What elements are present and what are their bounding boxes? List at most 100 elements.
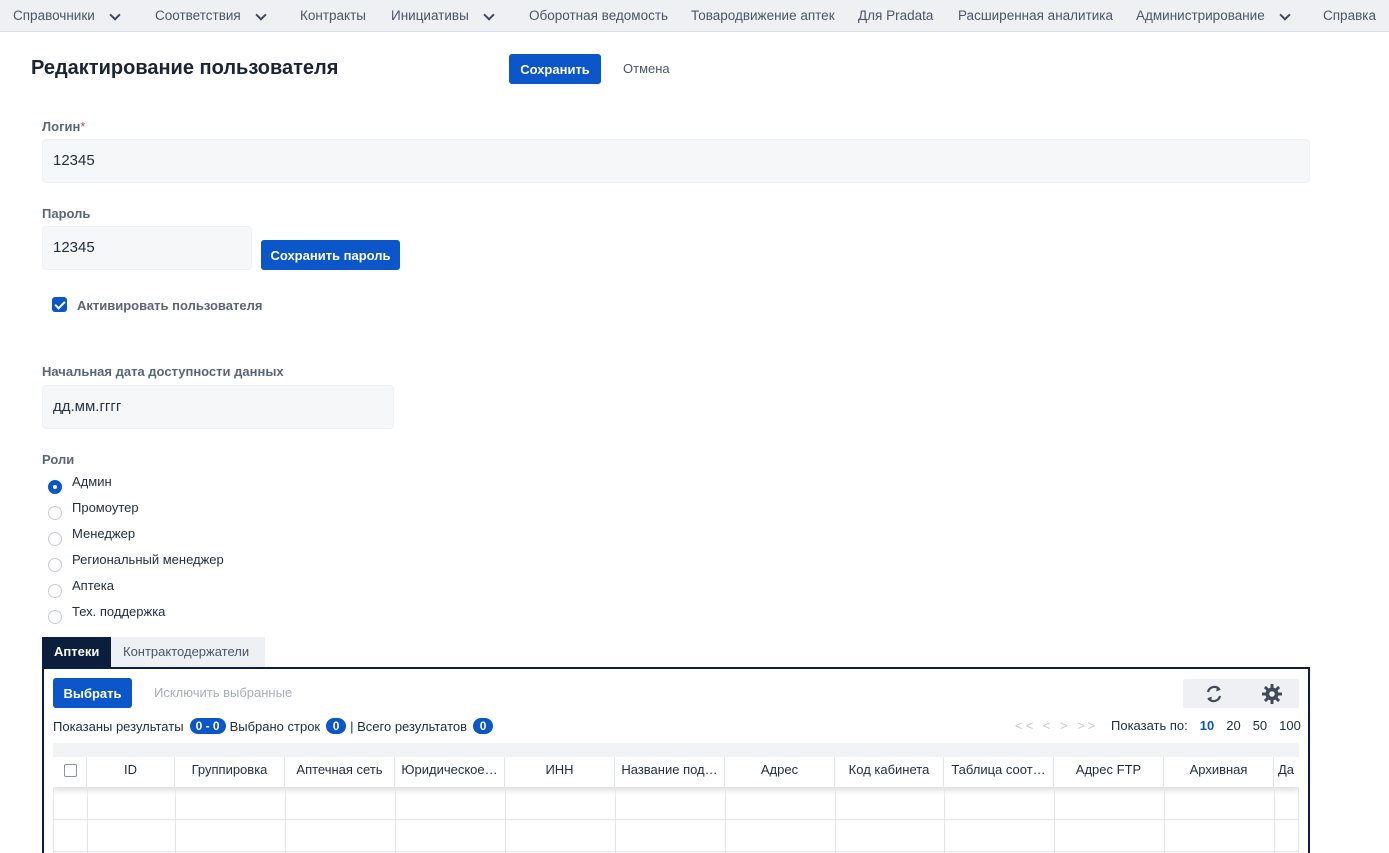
column-header[interactable]: Архивная [1164,757,1274,787]
tab-pharmacies[interactable]: Аптеки [42,637,111,667]
role-label: Аптека [72,577,114,593]
grid-line [175,787,176,853]
grid-line [395,787,396,853]
save-button[interactable]: Сохранить [509,54,601,84]
radio-button[interactable] [48,506,62,520]
results-summary: Показаны результаты 0 - 0 Выбрано строк … [53,718,497,734]
roles-label: Роли [42,452,75,467]
column-header[interactable]: Код кабинета [835,757,944,787]
nav-item-label: Для Pradata [858,8,934,23]
radio-button[interactable] [48,480,62,494]
table-toolbar [1183,679,1299,708]
grid-header: ID Группировка Аптечная сеть Юридическое… [53,743,1299,787]
column-header[interactable]: Да [1274,757,1299,787]
total-label: | Всего результатов [350,718,468,734]
nav-item-label: Инициативы [391,8,469,23]
nav-item-directories[interactable]: Справочники [13,0,121,32]
role-label: Тех. поддержка [72,603,166,619]
login-value: 12345 [53,152,95,169]
column-header[interactable]: Адрес [725,757,835,787]
gear-icon[interactable] [1261,683,1283,705]
activate-user-checkbox[interactable] [52,297,67,312]
role-option-pharmacy[interactable]: Аптека [48,577,114,598]
password-label: Пароль [42,206,91,221]
select-all-checkbox[interactable] [64,764,77,777]
nav-item-label: Оборотная ведомость [529,8,669,23]
chevron-down-icon [109,10,121,22]
radio-button[interactable] [48,610,62,624]
chevron-down-icon [255,10,267,22]
column-header[interactable]: Группировка [175,757,285,787]
selected-label: Выбрано строк [229,718,321,734]
page-size-option[interactable]: 10 [1200,718,1214,733]
shown-count-badge: 0 - 0 [189,718,226,734]
login-label: Логин* [42,119,85,134]
refresh-icon[interactable] [1203,683,1225,705]
pagination-nav[interactable]: << < > >> [1015,718,1098,733]
page-size-label: Показать по: [1111,718,1188,733]
column-header[interactable]: Юридическое… [395,757,505,787]
start-date-placeholder: дд.мм.гггг [53,398,122,415]
activate-user-label: Активировать пользователя [77,298,263,313]
role-option-promoter[interactable]: Промоутер [48,499,139,520]
column-header[interactable]: Таблица соот… [944,757,1054,787]
top-navigation: Справочники Соответствия Контракты Иници… [0,0,1389,32]
login-label-text: Логин [42,119,81,134]
cancel-button[interactable]: Отмена [623,61,670,76]
page-size-option[interactable]: 50 [1253,718,1267,733]
login-field[interactable]: 12345 [42,139,1310,183]
table-row-divider [53,819,1299,820]
nav-item-contracts[interactable]: Контракты [300,0,366,32]
nav-item-label: Администрирование [1136,8,1265,23]
radio-button[interactable] [48,532,62,546]
nav-item-pradata[interactable]: Для Pradata [858,0,933,32]
nav-item-mappings[interactable]: Соответствия [155,0,267,32]
nav-item-analytics[interactable]: Расширенная аналитика [958,0,1113,32]
tab-contract-holders[interactable]: Контрактодержатели [111,637,265,667]
page-title: Редактирование пользователя [31,57,339,79]
password-field[interactable]: 12345 [42,226,252,270]
radio-button[interactable] [48,584,62,598]
nav-item-initiatives[interactable]: Инициативы [391,0,495,32]
page-size-option[interactable]: 100 [1279,718,1301,733]
nav-item-help[interactable]: Справка [1323,0,1376,32]
column-header[interactable]: Адрес FTP [1054,757,1164,787]
password-value: 12345 [53,239,95,256]
role-option-admin[interactable]: Админ [48,473,112,494]
total-count-badge: 0 [473,718,494,734]
grid-line [87,787,88,853]
exclude-selected-button[interactable]: Исключить выбранные [154,685,292,700]
role-label: Админ [72,473,112,489]
nav-item-turnover[interactable]: Оборотная ведомость [529,0,668,32]
radio-button[interactable] [48,558,62,572]
grid-line [53,787,54,853]
column-header[interactable]: Название под… [615,757,725,787]
start-date-field[interactable]: дд.мм.гггг [42,385,394,429]
page-size-selector: Показать по: 10 20 50 100 [1111,718,1301,733]
select-button[interactable]: Выбрать [53,678,132,708]
chevron-down-icon [1279,10,1291,22]
table-row-divider [53,851,1299,852]
nav-item-label: Расширенная аналитика [958,8,1114,23]
column-header[interactable]: ID [87,757,175,787]
page-size-option[interactable]: 20 [1226,718,1240,733]
nav-item-label: Справочники [13,8,95,23]
nav-item-label: Справка [1323,8,1376,23]
nav-item-pharmacy-movement[interactable]: Товародвижение аптек [691,0,835,32]
role-option-support[interactable]: Тех. поддержка [48,603,166,624]
grid-line [725,787,726,853]
grid-line [1274,787,1275,853]
nav-item-administration[interactable]: Администрирование [1136,0,1291,32]
grid-line [1298,787,1299,853]
required-mark: * [80,119,86,134]
save-password-button[interactable]: Сохранить пароль [261,240,400,270]
role-option-manager[interactable]: Менеджер [48,526,135,546]
grid-line [505,787,506,853]
data-grid: ID Группировка Аптечная сеть Юридическое… [53,743,1299,853]
column-header[interactable]: ИНН [505,757,615,787]
role-label: Промоутер [72,499,139,515]
column-header[interactable]: Аптечная сеть [285,757,395,787]
grid-line [944,787,945,853]
role-option-regional-manager[interactable]: Региональный менеджер [48,552,224,572]
chevron-down-icon [483,10,495,22]
